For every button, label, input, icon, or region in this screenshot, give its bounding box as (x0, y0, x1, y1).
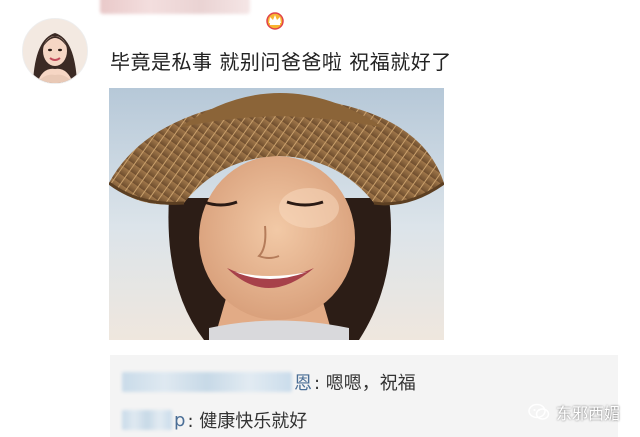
avatar-portrait (23, 19, 87, 83)
reply-item[interactable]: p : 健康快乐就好 (122, 407, 307, 433)
username-blurred[interactable] (100, 0, 250, 16)
vip-crown-icon (266, 12, 284, 30)
avatar[interactable] (22, 18, 88, 84)
comment-text: 毕竟是私事 就别问爸爸啦 祝福就好了 (110, 50, 452, 74)
reply-username-blurred[interactable] (122, 372, 292, 392)
reply-text: : 健康快乐就好 (187, 411, 308, 432)
watermark: 东邪西媚 (528, 400, 620, 424)
reply-username-blurred[interactable] (122, 410, 172, 430)
wechat-icon (528, 403, 550, 420)
reply-text: : 嗯嗯，祝福 (314, 373, 416, 394)
reply-username-tail[interactable]: p (174, 410, 185, 431)
reply-username-tail[interactable]: 恩 (294, 369, 312, 395)
watermark-text: 东邪西媚 (556, 404, 621, 423)
comment-photo[interactable] (109, 88, 444, 340)
photo-girl-straw-hat (109, 88, 444, 340)
reply-item[interactable]: 恩 : 嗯嗯，祝福 (122, 369, 416, 395)
comment-page: 毕竟是私事 就别问爸爸啦 祝福就好了 恩: 嗯嗯，祝福 p: 健康快乐就好 … (0, 0, 640, 437)
